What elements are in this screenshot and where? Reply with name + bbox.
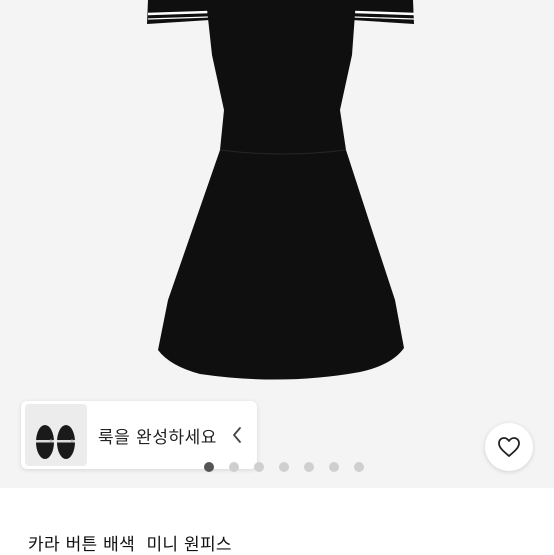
product-title: 카라 버튼 배색 미니 원피스 — [28, 535, 232, 555]
complete-the-look-card[interactable]: 룩을 완성하세요 — [21, 401, 257, 469]
wishlist-button[interactable] — [485, 423, 533, 471]
heart-outline-icon — [498, 437, 520, 457]
complete-the-look-label: 룩을 완성하세요 — [98, 427, 217, 448]
carousel-dot[interactable] — [254, 462, 264, 472]
carousel-dot[interactable] — [204, 462, 214, 472]
carousel-dot[interactable] — [229, 462, 239, 472]
mary-jane-shoes-image — [25, 404, 87, 466]
chevron-left-icon[interactable] — [225, 423, 249, 447]
carousel-dot[interactable] — [329, 462, 339, 472]
carousel-dot[interactable] — [354, 462, 364, 472]
carousel-dot[interactable] — [279, 462, 289, 472]
carousel-dots — [204, 462, 364, 472]
dress-body — [158, 0, 404, 380]
carousel-dot[interactable] — [304, 462, 314, 472]
